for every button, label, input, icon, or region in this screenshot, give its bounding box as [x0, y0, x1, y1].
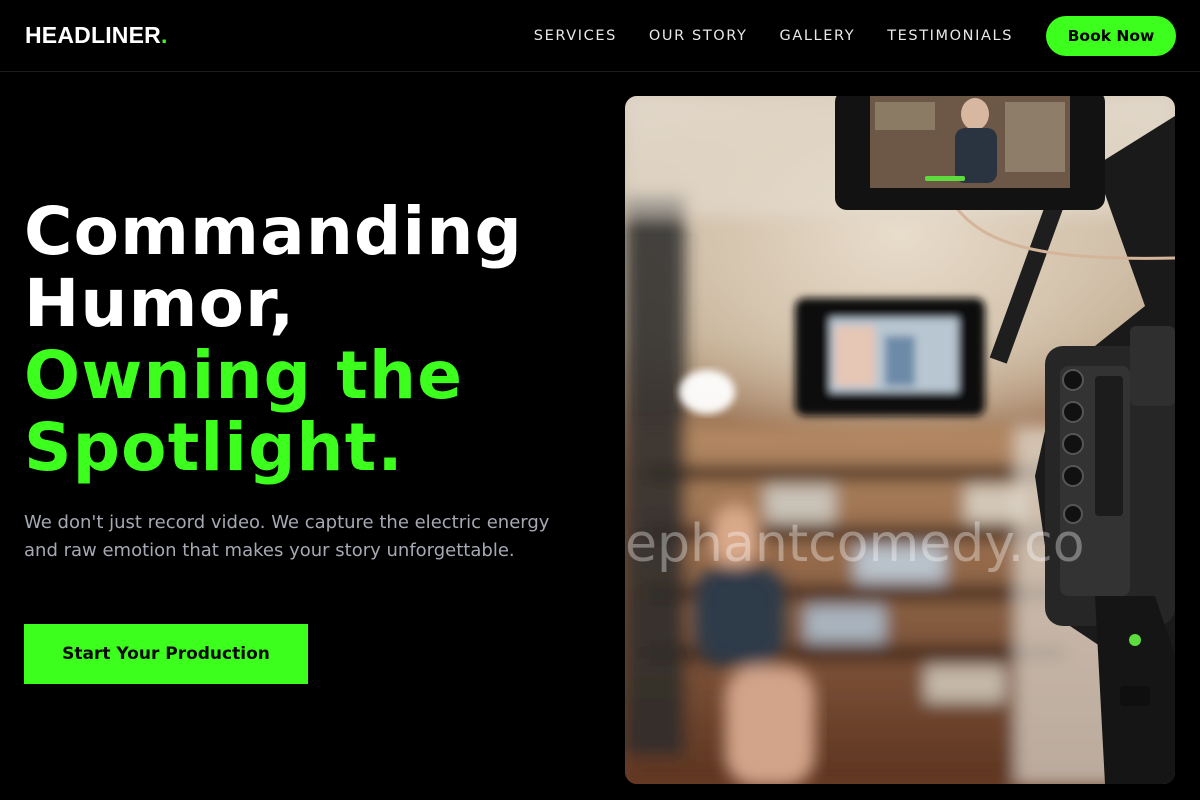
start-production-button[interactable]: Start Your Production: [24, 624, 308, 684]
brand-logo[interactable]: HEADLINER.: [25, 22, 168, 49]
middle-monitor: [795, 298, 985, 416]
nav-link-gallery[interactable]: GALLERY: [780, 28, 856, 44]
hero-title-accent-line-2: Spotlight.: [24, 409, 404, 486]
brand-name: HEADLINER: [25, 22, 161, 48]
nav-link-testimonials[interactable]: TESTIMONIALS: [887, 28, 1013, 44]
book-now-button[interactable]: Book Now: [1046, 15, 1176, 56]
main-nav: SERVICES OUR STORY GALLERY TESTIMONIALS …: [534, 15, 1176, 56]
hero-camera-photo: ephantcomedy.co: [625, 96, 1175, 784]
nav-link-services[interactable]: SERVICES: [534, 28, 617, 44]
light-bulb: [679, 370, 735, 414]
hero-title-line-2: Humor,: [24, 265, 296, 342]
brand-dot: .: [160, 22, 168, 48]
nav-link-our-story[interactable]: OUR STORY: [649, 28, 748, 44]
hero-subtitle: We don't just record video. We capture t…: [24, 512, 550, 561]
hero-title: Commanding Humor, Owning the Spotlight.: [24, 196, 604, 484]
top-navbar: HEADLINER. SERVICES OUR STORY GALLERY TE…: [0, 0, 1200, 72]
top-monitor: [835, 96, 1105, 210]
image-watermark: ephantcomedy.co: [625, 514, 1085, 574]
camera-illustration: [625, 96, 1175, 784]
hero-title-line-1: Commanding: [24, 193, 523, 270]
hero-title-accent-line-1: Owning the: [24, 337, 464, 414]
